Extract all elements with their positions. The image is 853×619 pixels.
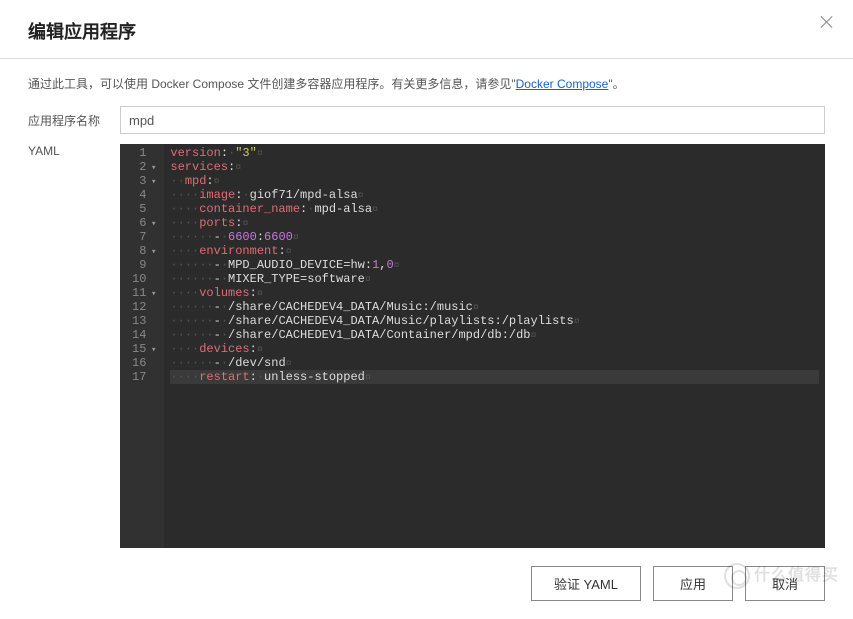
- code-line[interactable]: ····container_name:·mpd-alsa¤: [170, 202, 819, 216]
- intro-prefix: 通过此工具，可以使用 Docker Compose 文件创建多容器应用程序。有关…: [28, 77, 516, 91]
- gutter-line: 11▾: [132, 286, 156, 300]
- code-line[interactable]: ····restart:·unless-stopped¤: [170, 370, 819, 384]
- app-name-row: 应用程序名称: [28, 106, 825, 134]
- gutter-line: 17: [132, 370, 156, 384]
- code-line[interactable]: ····volumes:¤: [170, 286, 819, 300]
- gutter-line: 16: [132, 356, 156, 370]
- code-line[interactable]: ··mpd:¤: [170, 174, 819, 188]
- gutter-line: 14: [132, 328, 156, 342]
- close-icon[interactable]: [819, 14, 835, 30]
- dialog-header: 编辑应用程序: [0, 0, 853, 59]
- code-line[interactable]: ······-·/share/CACHEDEV4_DATA/Music/play…: [170, 314, 819, 328]
- intro-suffix: "。: [608, 77, 624, 91]
- yaml-editor[interactable]: 12▾3▾456▾78▾91011▾12131415▾1617 version:…: [120, 144, 825, 548]
- apply-button[interactable]: 应用: [653, 566, 733, 601]
- code-line[interactable]: ····ports:¤: [170, 216, 819, 230]
- code-line[interactable]: ······-·MIXER_TYPE=software¤: [170, 272, 819, 286]
- gutter-line: 1: [132, 146, 156, 160]
- gutter-line: 6▾: [132, 216, 156, 230]
- cancel-button[interactable]: 取消: [745, 566, 825, 601]
- editor-gutter: 12▾3▾456▾78▾91011▾12131415▾1617: [120, 144, 164, 548]
- gutter-line: 9: [132, 258, 156, 272]
- gutter-line: 13: [132, 314, 156, 328]
- code-line[interactable]: ······-·/dev/snd¤: [170, 356, 819, 370]
- gutter-line: 15▾: [132, 342, 156, 356]
- intro-text: 通过此工具，可以使用 Docker Compose 文件创建多容器应用程序。有关…: [28, 75, 825, 92]
- gutter-line: 2▾: [132, 160, 156, 174]
- gutter-line: 10: [132, 272, 156, 286]
- gutter-line: 4: [132, 188, 156, 202]
- gutter-line: 5: [132, 202, 156, 216]
- editor-code[interactable]: version:·"3"¤services:¤··mpd:¤····image:…: [164, 144, 825, 548]
- dialog-footer: 验证 YAML 应用 取消: [0, 556, 853, 619]
- code-line[interactable]: services:¤: [170, 160, 819, 174]
- code-line[interactable]: version:·"3"¤: [170, 146, 819, 160]
- code-line[interactable]: ····image:·giof71/mpd-alsa¤: [170, 188, 819, 202]
- gutter-line: 3▾: [132, 174, 156, 188]
- yaml-label: YAML: [28, 144, 120, 548]
- dialog-title: 编辑应用程序: [28, 18, 825, 44]
- code-line[interactable]: ····environment:¤: [170, 244, 819, 258]
- code-line[interactable]: ······-·6600:6600¤: [170, 230, 819, 244]
- app-name-label: 应用程序名称: [28, 112, 120, 129]
- docker-compose-link[interactable]: Docker Compose: [516, 77, 609, 91]
- code-line[interactable]: ······-·/share/CACHEDEV1_DATA/Container/…: [170, 328, 819, 342]
- yaml-row: YAML 12▾3▾456▾78▾91011▾12131415▾1617 ver…: [28, 144, 825, 548]
- validate-yaml-button[interactable]: 验证 YAML: [531, 566, 641, 601]
- code-line[interactable]: ····devices:¤: [170, 342, 819, 356]
- code-line[interactable]: ······-·MPD_AUDIO_DEVICE=hw:1,0¤: [170, 258, 819, 272]
- app-name-input[interactable]: [120, 106, 825, 134]
- gutter-line: 12: [132, 300, 156, 314]
- edit-application-dialog: 编辑应用程序 通过此工具，可以使用 Docker Compose 文件创建多容器…: [0, 0, 853, 619]
- gutter-line: 7: [132, 230, 156, 244]
- gutter-line: 8▾: [132, 244, 156, 258]
- dialog-body: 通过此工具，可以使用 Docker Compose 文件创建多容器应用程序。有关…: [0, 59, 853, 556]
- code-line[interactable]: ······-·/share/CACHEDEV4_DATA/Music:/mus…: [170, 300, 819, 314]
